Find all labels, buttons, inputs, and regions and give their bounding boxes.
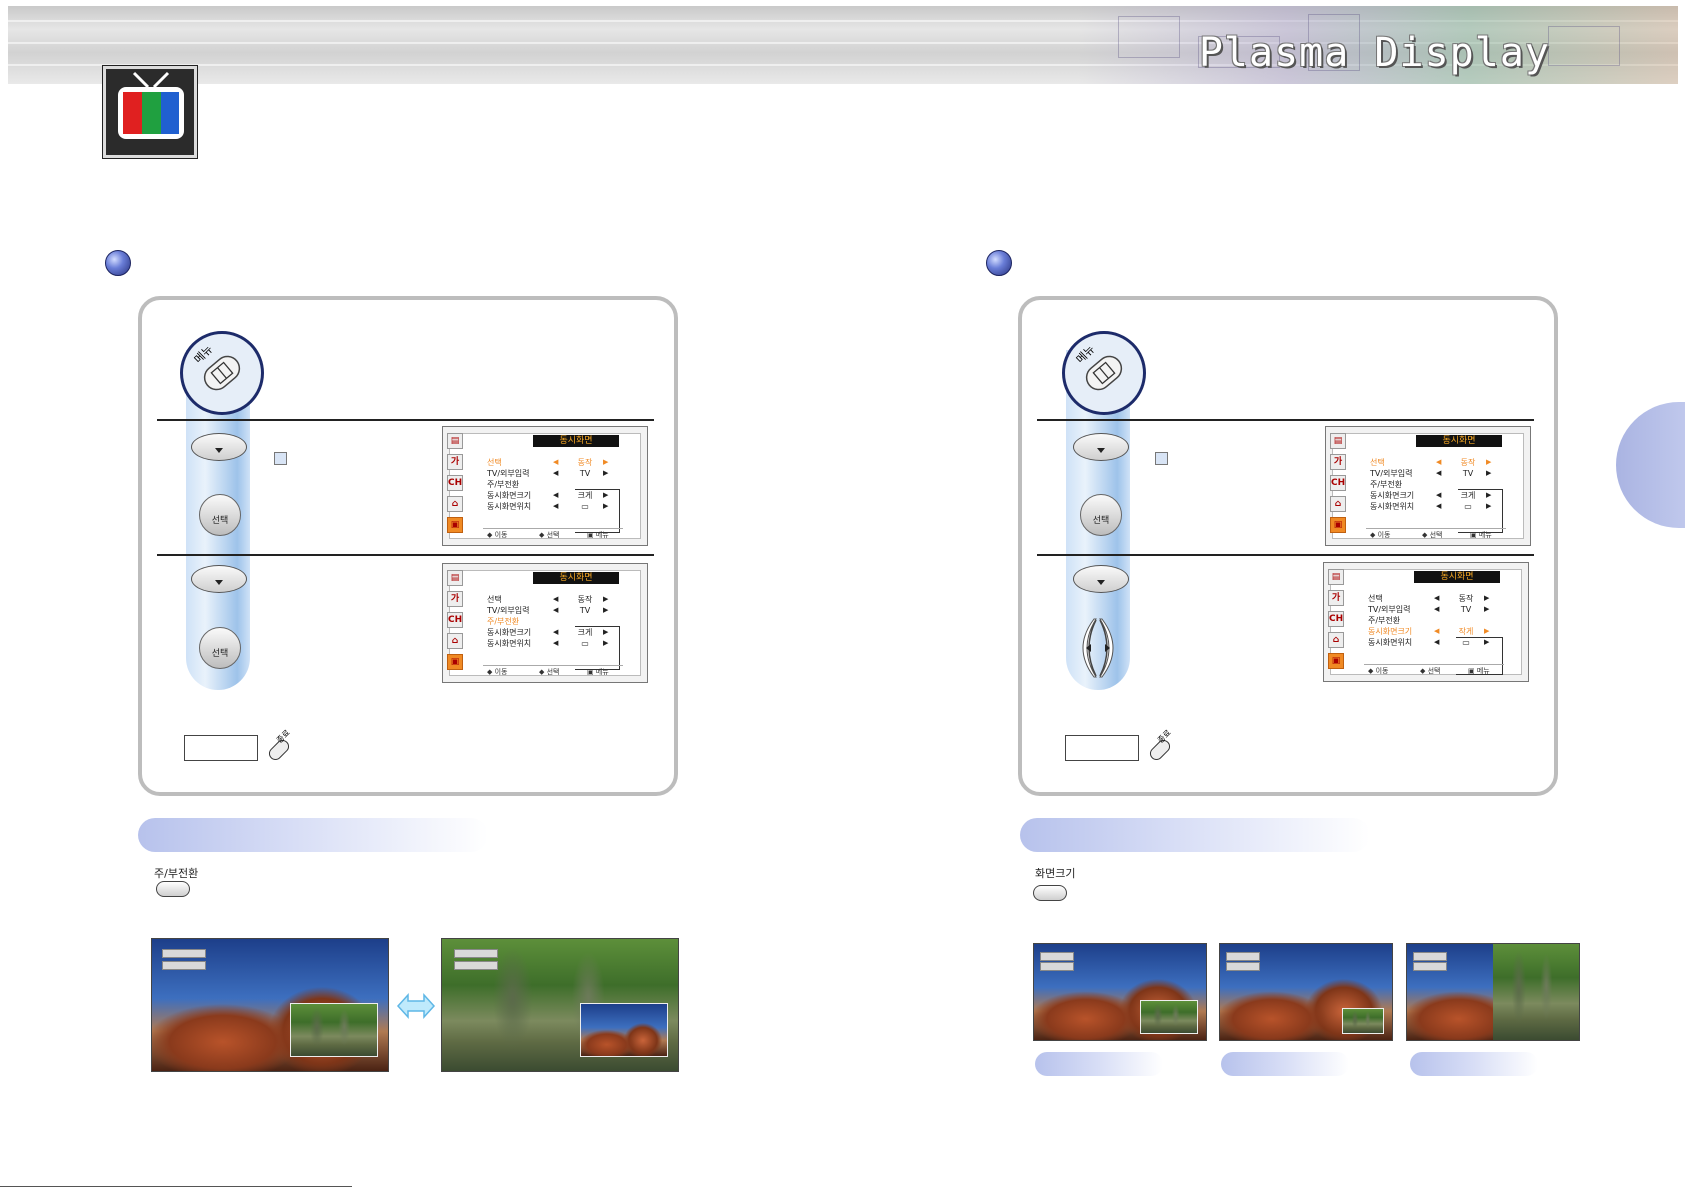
left-down-button-2[interactable] bbox=[191, 565, 247, 593]
left-osd-screen-2: ▤ 가 CH ⌂ ▣ 동시화면 선택 ◀ 동작 ▶ TV/외부입력 ◀ TV ▶ 주/부전환 동시화… bbox=[442, 563, 648, 683]
osd-row: 선택 ◀ 동작 ▶ bbox=[1368, 594, 1490, 603]
page-header: Plasma Display bbox=[8, 6, 1678, 84]
left-quick-button-icon[interactable]: 종료 bbox=[262, 728, 296, 767]
right-divider-2 bbox=[1037, 554, 1534, 556]
size-label-1 bbox=[1035, 1052, 1163, 1076]
osd-row: 선택 ◀ 동작 ▶ bbox=[487, 595, 609, 604]
swap-arrow-icon bbox=[396, 993, 436, 1019]
right-quick-button-icon[interactable]: 종료 bbox=[1143, 728, 1177, 767]
section-bullet-left bbox=[105, 250, 131, 276]
size-button[interactable] bbox=[1033, 885, 1067, 901]
osd-title: 동시화면 bbox=[533, 435, 619, 447]
pip-menu-icon bbox=[1155, 452, 1168, 465]
right-divider-1 bbox=[1037, 419, 1534, 421]
forest-main-scene bbox=[441, 938, 679, 1072]
size-label-3 bbox=[1410, 1052, 1538, 1076]
right-menu-button[interactable]: 메뉴 bbox=[1062, 331, 1146, 415]
right-down-button-2[interactable] bbox=[1073, 565, 1129, 593]
left-select-label-2: 선택 bbox=[211, 649, 229, 659]
osd-row: TV/외부입력 ◀ TV ▶ bbox=[487, 606, 609, 615]
osd-row: TV/외부입력 ◀ TV ▶ bbox=[487, 469, 609, 478]
left-menu-button[interactable]: 메뉴 bbox=[180, 331, 264, 415]
right-select-label: 선택 bbox=[1092, 516, 1110, 526]
pip-size-small-scene bbox=[1219, 943, 1393, 1041]
osd-row: TV/외부입력 ◀ TV ▶ bbox=[1370, 469, 1492, 478]
osd-row: 선택 ◀ 동작 ▶ bbox=[1370, 458, 1492, 467]
size-label-2 bbox=[1221, 1052, 1349, 1076]
left-divider-2 bbox=[157, 554, 654, 556]
right-select-button[interactable]: 선택 bbox=[1080, 494, 1122, 536]
chapter-tab bbox=[1616, 402, 1685, 528]
left-quick-box bbox=[184, 735, 258, 761]
osd-title: 동시화면 bbox=[1414, 571, 1500, 583]
left-divider-1 bbox=[157, 419, 654, 421]
osd-row: 동시화면크기 ◀ 작게 ▶ bbox=[1368, 627, 1490, 636]
section-bullet-right bbox=[986, 250, 1012, 276]
right-osd-screen-1: ▤ 가 CH ⌂ ▣ 동시화면 선택 ◀ 동작 ▶ TV/외부입력 ◀ TV ▶ 주/부전환 동시화… bbox=[1325, 426, 1531, 546]
osd-title: 동시화면 bbox=[533, 572, 619, 584]
right-osd-screen-2: ▤ 가 CH ⌂ ▣ 동시화면 선택 ◀ 동작 ▶ TV/외부입력 ◀ TV ▶ 주/부전환 동시화… bbox=[1323, 562, 1529, 682]
osd-title: 동시화면 bbox=[1416, 435, 1502, 447]
left-select-label-1: 선택 bbox=[211, 516, 229, 526]
tv-icon bbox=[102, 65, 198, 159]
osd-row: TV/외부입력 ◀ TV ▶ bbox=[1368, 605, 1490, 614]
left-button-caption: 주/부전환 bbox=[154, 867, 199, 880]
header-title: Plasma Display bbox=[1198, 30, 1550, 76]
right-down-button-1[interactable] bbox=[1073, 433, 1129, 461]
left-down-button-1[interactable] bbox=[191, 433, 247, 461]
right-quick-box bbox=[1065, 735, 1139, 761]
footer-rule bbox=[0, 1186, 352, 1187]
osd-row: 선택 ◀ 동작 ▶ bbox=[487, 458, 609, 467]
left-select-button-1[interactable]: 선택 bbox=[199, 494, 241, 536]
right-button-caption: 화면크기 bbox=[1035, 867, 1076, 880]
left-osd-screen-1: ▤ 가 CH ⌂ ▣ 동시화면 선택 ◀ 동작 ▶ TV/외부입력 ◀ TV ▶ 주/부전환 동시화… bbox=[442, 426, 648, 546]
swap-button[interactable] bbox=[156, 881, 190, 897]
pip-size-large-scene bbox=[1033, 943, 1207, 1041]
left-select-button-2[interactable]: 선택 bbox=[199, 627, 241, 669]
pip-split-scene bbox=[1406, 943, 1580, 1041]
left-right-buttons[interactable] bbox=[1072, 617, 1124, 679]
pip-menu-icon bbox=[274, 452, 287, 465]
right-note-label bbox=[1020, 818, 1370, 852]
osd-row: 주/부전환 bbox=[1368, 616, 1401, 625]
left-note-label bbox=[138, 818, 488, 852]
canyon-main-scene bbox=[151, 938, 389, 1072]
